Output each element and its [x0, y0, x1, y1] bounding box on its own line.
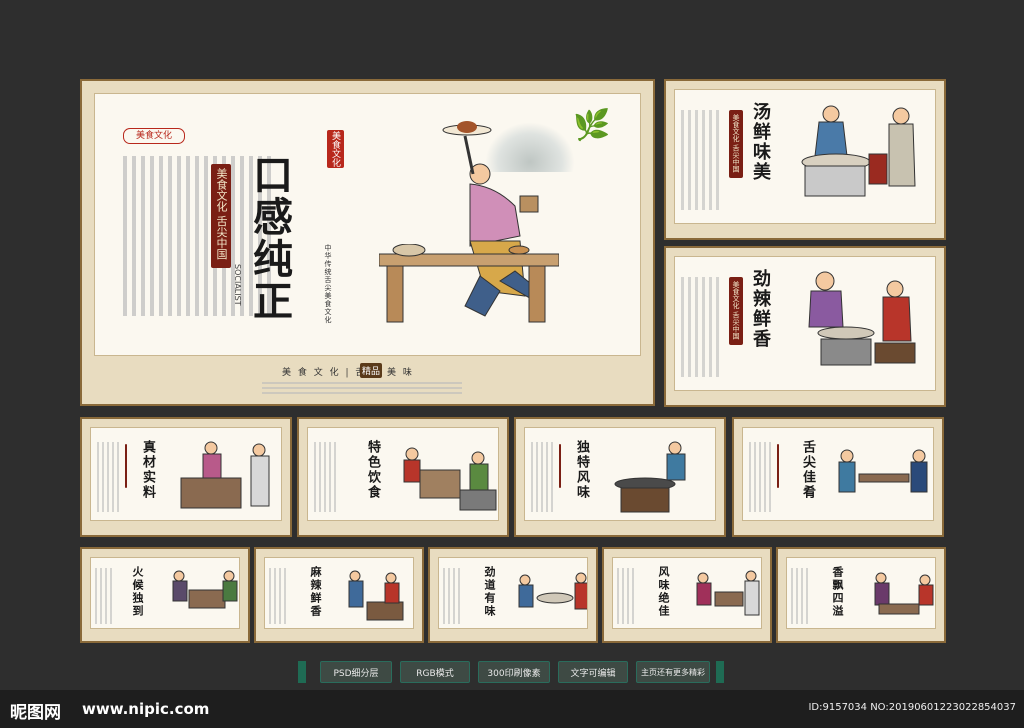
side-poster-2[interactable]: 美食文化 舌尖中国 劲辣鲜香 [664, 246, 946, 407]
poster-title: 火候独到 [131, 566, 144, 618]
side-poster-stripe: 美食文化 舌尖中国 [729, 277, 743, 345]
table-image [378, 243, 560, 324]
poster-stripe [125, 444, 127, 488]
site-logo: 昵图网 [10, 703, 61, 723]
main-poster[interactable]: 美食文化 美食文化 舌尖中国 口感纯正 SOCIALIST 美食文化 中华传统舌… [80, 79, 655, 406]
poster-title: 香飘四溢 [831, 566, 844, 618]
main-bottom-seal: 精品 [360, 363, 383, 378]
poster-text [269, 568, 289, 624]
poster-title: 麻辣鲜香 [309, 566, 322, 618]
side-poster-text [681, 110, 721, 210]
main-title: 口感纯正 [246, 154, 293, 322]
side-poster-1[interactable]: 美食文化 舌尖中国 汤鲜味美 [664, 79, 946, 240]
main-bottom-text [262, 382, 462, 396]
main-latin: SOCIALIST [233, 264, 242, 306]
poster-text [617, 568, 637, 624]
side-poster-title: 汤鲜味美 [750, 102, 771, 182]
poster-figure-image [398, 434, 498, 518]
poster-text [314, 442, 338, 512]
poster-title: 独特风味 [574, 440, 589, 500]
row2-poster-2[interactable]: 特色饮食 [297, 417, 509, 537]
poster-text [749, 442, 773, 512]
side-poster-stripe: 美食文化 舌尖中国 [729, 110, 743, 178]
poster-figure-image [859, 562, 935, 628]
poster-stripe [777, 444, 779, 488]
side-poster-title: 劲辣鲜香 [750, 269, 771, 349]
editable-text-button[interactable]: 文字可编辑 [558, 661, 628, 683]
poster-figure-image [685, 562, 761, 628]
button-bar-right-tab [716, 661, 724, 683]
poster-text [97, 442, 121, 512]
poster-title: 舌尖佳肴 [800, 440, 815, 500]
poster-figure-image [829, 434, 933, 518]
poster-title: 真材实料 [140, 440, 155, 500]
poster-title: 特色饮食 [365, 440, 380, 500]
site-url[interactable]: www.nipic.com [82, 700, 209, 718]
button-bar-left-tab [298, 661, 306, 683]
row2-poster-1[interactable]: 真材实料 [80, 417, 292, 537]
row2-poster-4[interactable]: 舌尖佳肴 [732, 417, 944, 537]
row2-poster-3[interactable]: 独特风味 [514, 417, 726, 537]
poster-text [791, 568, 811, 624]
poster-figure-image [337, 562, 413, 628]
side-poster-text [681, 277, 721, 377]
poster-title: 劲道有味 [483, 566, 496, 618]
poster-stripe [559, 444, 561, 488]
main-subtitle: 中华传统舌尖美食文化 [324, 244, 332, 324]
poster-figure-image [171, 434, 281, 518]
poster-figure-image [159, 562, 239, 628]
main-bottom-caption: 美 食 文 化 | 舌 尖 美 味 [282, 368, 414, 378]
psd-layers-button[interactable]: PSD细分层 [320, 661, 392, 683]
bamboo-leaf-icon: 🌿 [573, 108, 611, 143]
cook-figure-image [791, 96, 931, 206]
rgb-mode-button[interactable]: RGB模式 [400, 661, 470, 683]
poster-figure-image [605, 434, 715, 518]
image-id: ID:9157034 NO:20190601223022854037 [808, 702, 1016, 713]
culture-badge: 美食文化 [123, 128, 185, 144]
poster-text [531, 442, 555, 512]
row3-poster-3[interactable]: 劲道有味 [428, 547, 598, 643]
main-stripe: 美食文化 舌尖中国 [211, 164, 231, 268]
print-pixels-button[interactable]: 300印刷像素 [478, 661, 550, 683]
row3-poster-2[interactable]: 麻辣鲜香 [254, 547, 424, 643]
row3-poster-4[interactable]: 风味绝佳 [602, 547, 772, 643]
poster-text [443, 568, 463, 624]
diners-figure-image [791, 263, 931, 373]
row3-poster-1[interactable]: 火候独到 [80, 547, 250, 643]
row3-poster-5[interactable]: 香飘四溢 [776, 547, 946, 643]
more-content-button[interactable]: 主页还有更多精彩 [636, 661, 710, 683]
footer-bar: 昵图网 www.nipic.com ID:9157034 NO:20190601… [0, 690, 1024, 728]
main-seal: 美食文化 [327, 130, 344, 168]
poster-figure-image [511, 562, 587, 628]
poster-text [95, 568, 115, 624]
poster-title: 风味绝佳 [657, 566, 670, 618]
